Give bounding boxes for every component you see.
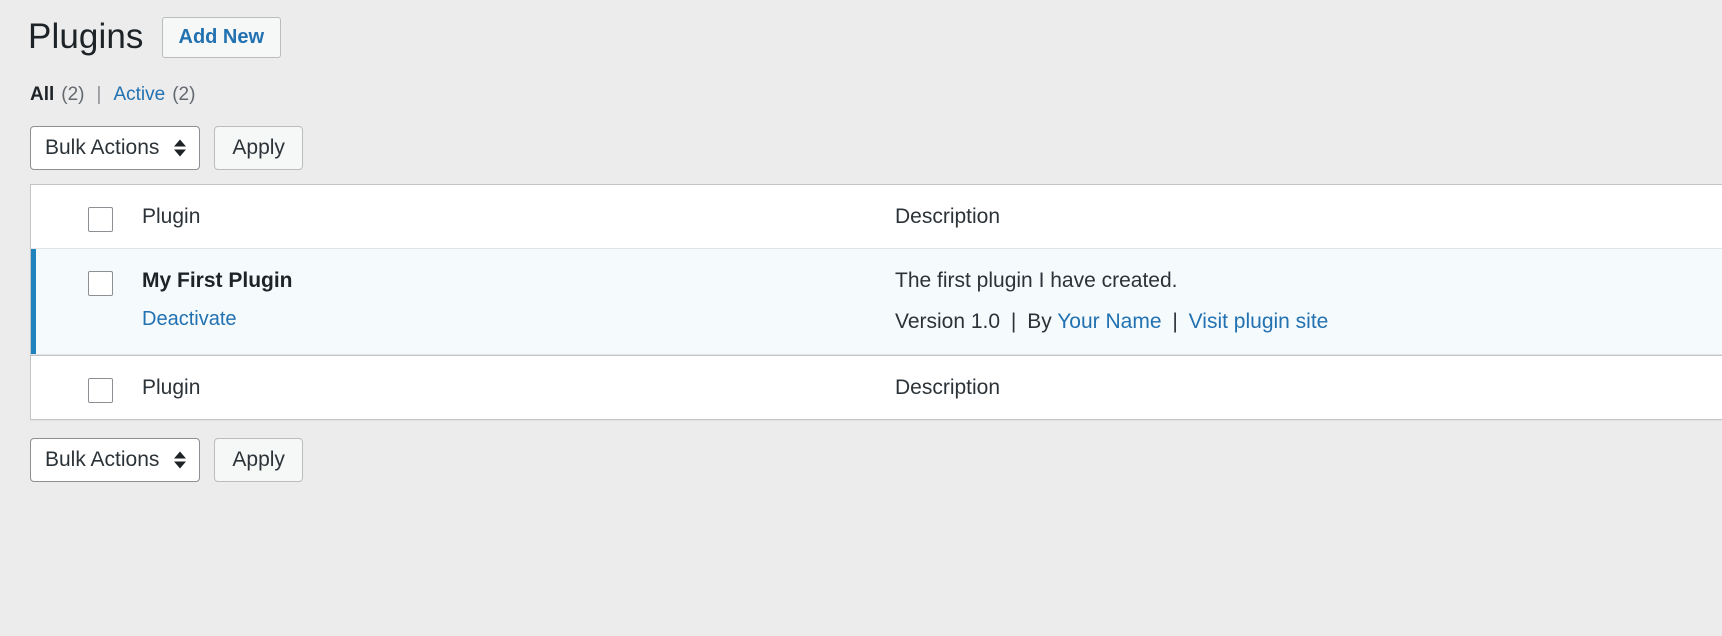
select-all-cell-bottom bbox=[31, 356, 113, 403]
plugin-author-link[interactable]: Your Name bbox=[1057, 310, 1161, 333]
plugin-description-text: The first plugin I have created. bbox=[895, 269, 1178, 293]
column-header-description-label-bottom: Description bbox=[895, 375, 1001, 399]
visit-plugin-site-link[interactable]: Visit plugin site bbox=[1189, 310, 1329, 333]
page-title: Plugins bbox=[28, 17, 144, 56]
column-header-description-bottom: Description bbox=[895, 356, 1722, 419]
add-new-button[interactable]: Add New bbox=[161, 16, 282, 58]
plugin-select-cell bbox=[31, 249, 113, 297]
column-header-description-top: Description bbox=[895, 185, 1722, 248]
table-row: My First Plugin Deactivate The first plu… bbox=[31, 249, 1722, 355]
bulk-actions-select-top[interactable]: Bulk Actions bbox=[30, 126, 201, 170]
filter-all-count: (2) bbox=[61, 84, 85, 105]
filter-all[interactable]: All bbox=[30, 84, 54, 106]
plugin-status-filters: All (2) | Active (2) bbox=[30, 84, 1722, 106]
select-all-cell-top bbox=[31, 185, 113, 232]
filter-separator: | bbox=[96, 84, 102, 105]
column-header-description-label-top: Description bbox=[895, 205, 1001, 228]
tablenav-bottom: Bulk Actions Apply bbox=[30, 438, 1722, 483]
plugin-meta-separator-1: | bbox=[1010, 309, 1017, 333]
plugin-meta-separator-2: | bbox=[1172, 309, 1178, 333]
column-header-plugin-bottom: Plugin bbox=[113, 356, 895, 419]
bulk-actions-select-top-value: Bulk Actions bbox=[45, 136, 160, 159]
filter-active-count: (2) bbox=[172, 84, 196, 105]
table-footer-row: Plugin Description bbox=[31, 354, 1722, 420]
plugin-by-label: By bbox=[1027, 309, 1052, 333]
tablenav-top: Bulk Actions Apply bbox=[30, 126, 1722, 170]
apply-button-bottom[interactable]: Apply bbox=[214, 438, 303, 483]
select-all-checkbox-bottom[interactable] bbox=[88, 377, 113, 403]
filter-active[interactable]: Active bbox=[113, 84, 165, 106]
column-header-plugin-top: Plugin bbox=[113, 185, 895, 248]
table-header-row: Plugin Description bbox=[31, 185, 1722, 250]
apply-button-top[interactable]: Apply bbox=[214, 126, 303, 170]
bulk-actions-select-bottom[interactable]: Bulk Actions bbox=[30, 438, 201, 483]
plugins-table: Plugin Description My First Plugin Deact… bbox=[30, 184, 1722, 421]
select-all-checkbox-top[interactable] bbox=[88, 207, 113, 232]
plugin-row-checkbox[interactable] bbox=[88, 271, 113, 297]
plugin-name-cell: My First Plugin Deactivate bbox=[113, 249, 895, 350]
plugin-title: My First Plugin bbox=[142, 269, 293, 293]
chevron-updown-icon bbox=[174, 451, 187, 469]
deactivate-link[interactable]: Deactivate bbox=[142, 308, 237, 330]
plugin-description-cell: The first plugin I have created. Version… bbox=[895, 249, 1722, 354]
plugin-meta-line: Version 1.0 | By Your Name | Visit plugi… bbox=[895, 308, 1702, 336]
chevron-updown-icon bbox=[174, 139, 187, 157]
column-header-plugin-label-bottom: Plugin bbox=[142, 375, 201, 399]
plugin-row-actions: Deactivate bbox=[142, 306, 895, 333]
plugin-version: Version 1.0 bbox=[895, 309, 1001, 333]
plugins-page: Plugins Add New All (2) | Active (2) Bul… bbox=[0, 0, 1722, 483]
page-header: Plugins Add New bbox=[0, 0, 1722, 58]
bulk-actions-select-bottom-value: Bulk Actions bbox=[45, 448, 160, 472]
column-header-plugin-label-top: Plugin bbox=[142, 205, 201, 228]
